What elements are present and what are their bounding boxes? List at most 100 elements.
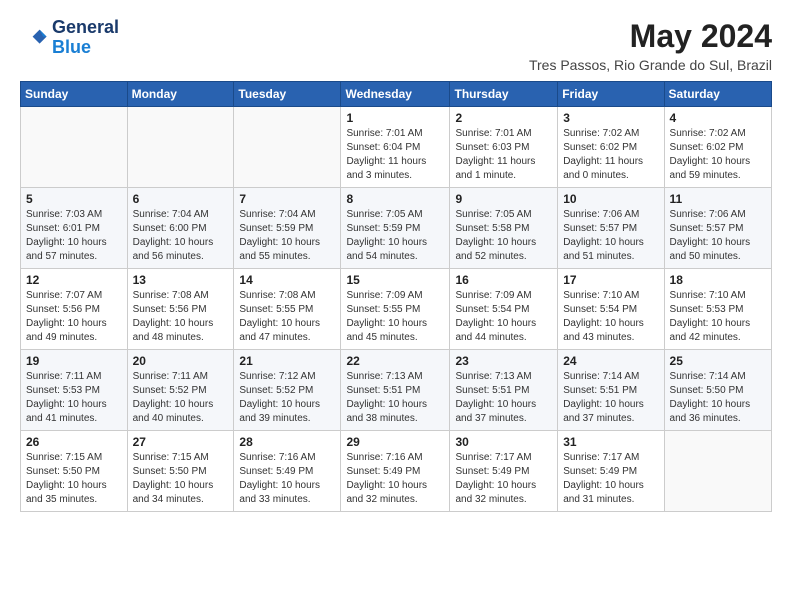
calendar-cell: 25 Sunrise: 7:14 AM Sunset: 5:50 PM Dayli… xyxy=(664,350,771,431)
calendar-cell xyxy=(664,431,771,512)
calendar-cell: 2 Sunrise: 7:01 AM Sunset: 6:03 PM Daylig… xyxy=(450,107,558,188)
day-number: 14 xyxy=(239,273,335,287)
day-info: Sunrise: 7:05 AM Sunset: 5:59 PM Dayligh… xyxy=(346,208,444,264)
calendar-cell: 1Sunrise: 7:01 AM Sunset: 6:04 PM Daylig… xyxy=(341,107,450,188)
day-number: 3 xyxy=(563,111,658,125)
week-row-5: 26 Sunrise: 7:15 AM Sunset: 5:50 PM Dayli… xyxy=(21,431,772,512)
day-info: Sunrise: 7:11 AM Sunset: 5:52 PM Dayligh… xyxy=(133,370,229,426)
day-info: Sunrise: 7:02 AM Sunset: 6:02 PM Dayligh… xyxy=(670,127,766,183)
header: General Blue May 2024 Tres Passos, Rio G… xyxy=(20,18,772,73)
day-number: 9 xyxy=(455,192,552,206)
calendar-cell: 22 Sunrise: 7:13 AM Sunset: 5:51 PM Dayli… xyxy=(341,350,450,431)
calendar-cell: 5 Sunrise: 7:03 AM Sunset: 6:01 PM Daylig… xyxy=(21,188,128,269)
col-header-wednesday: Wednesday xyxy=(341,82,450,107)
day-number: 8 xyxy=(346,192,444,206)
day-number: 2 xyxy=(455,111,552,125)
header-row: SundayMondayTuesdayWednesdayThursdayFrid… xyxy=(21,82,772,107)
day-number: 21 xyxy=(239,354,335,368)
col-header-sunday: Sunday xyxy=(21,82,128,107)
day-info: Sunrise: 7:09 AM Sunset: 5:54 PM Dayligh… xyxy=(455,289,552,345)
calendar-cell: 31 Sunrise: 7:17 AM Sunset: 5:49 PM Dayli… xyxy=(558,431,664,512)
day-number: 1 xyxy=(346,111,444,125)
day-info: Sunrise: 7:04 AM Sunset: 5:59 PM Dayligh… xyxy=(239,208,335,264)
calendar-cell: 15Sunrise: 7:09 AM Sunset: 5:55 PM Dayli… xyxy=(341,269,450,350)
day-info: Sunrise: 7:10 AM Sunset: 5:53 PM Dayligh… xyxy=(670,289,766,345)
calendar-cell: 20 Sunrise: 7:11 AM Sunset: 5:52 PM Dayli… xyxy=(127,350,234,431)
day-info: Sunrise: 7:16 AM Sunset: 5:49 PM Dayligh… xyxy=(346,451,444,507)
day-number: 6 xyxy=(133,192,229,206)
col-header-friday: Friday xyxy=(558,82,664,107)
calendar-cell: 21Sunrise: 7:12 AM Sunset: 5:52 PM Dayli… xyxy=(234,350,341,431)
calendar-cell: 6 Sunrise: 7:04 AM Sunset: 6:00 PM Daylig… xyxy=(127,188,234,269)
calendar-cell: 14 Sunrise: 7:08 AM Sunset: 5:55 PM Dayli… xyxy=(234,269,341,350)
calendar-cell xyxy=(21,107,128,188)
calendar-cell: 13 Sunrise: 7:08 AM Sunset: 5:56 PM Dayli… xyxy=(127,269,234,350)
day-info: Sunrise: 7:05 AM Sunset: 5:58 PM Dayligh… xyxy=(455,208,552,264)
day-number: 29 xyxy=(346,435,444,449)
col-header-saturday: Saturday xyxy=(664,82,771,107)
week-row-2: 5 Sunrise: 7:03 AM Sunset: 6:01 PM Daylig… xyxy=(21,188,772,269)
calendar-cell: 30 Sunrise: 7:17 AM Sunset: 5:49 PM Dayli… xyxy=(450,431,558,512)
col-header-thursday: Thursday xyxy=(450,82,558,107)
calendar-cell: 18 Sunrise: 7:10 AM Sunset: 5:53 PM Dayli… xyxy=(664,269,771,350)
day-info: Sunrise: 7:13 AM Sunset: 5:51 PM Dayligh… xyxy=(346,370,444,426)
day-number: 19 xyxy=(26,354,122,368)
day-info: Sunrise: 7:07 AM Sunset: 5:56 PM Dayligh… xyxy=(26,289,122,345)
logo-blue: Blue xyxy=(52,37,91,57)
day-info: Sunrise: 7:04 AM Sunset: 6:00 PM Dayligh… xyxy=(133,208,229,264)
day-info: Sunrise: 7:03 AM Sunset: 6:01 PM Dayligh… xyxy=(26,208,122,264)
calendar-cell: 27Sunrise: 7:15 AM Sunset: 5:50 PM Dayli… xyxy=(127,431,234,512)
day-info: Sunrise: 7:14 AM Sunset: 5:50 PM Dayligh… xyxy=(670,370,766,426)
week-row-4: 19Sunrise: 7:11 AM Sunset: 5:53 PM Dayli… xyxy=(21,350,772,431)
day-number: 10 xyxy=(563,192,658,206)
day-number: 18 xyxy=(670,273,766,287)
day-number: 15 xyxy=(346,273,444,287)
day-number: 5 xyxy=(26,192,122,206)
calendar-cell: 16Sunrise: 7:09 AM Sunset: 5:54 PM Dayli… xyxy=(450,269,558,350)
day-info: Sunrise: 7:14 AM Sunset: 5:51 PM Dayligh… xyxy=(563,370,658,426)
calendar-cell: 17Sunrise: 7:10 AM Sunset: 5:54 PM Dayli… xyxy=(558,269,664,350)
day-number: 26 xyxy=(26,435,122,449)
week-row-3: 12Sunrise: 7:07 AM Sunset: 5:56 PM Dayli… xyxy=(21,269,772,350)
day-number: 4 xyxy=(670,111,766,125)
logo-general: General xyxy=(52,17,119,37)
day-info: Sunrise: 7:17 AM Sunset: 5:49 PM Dayligh… xyxy=(455,451,552,507)
logo-text: General Blue xyxy=(52,18,119,58)
day-info: Sunrise: 7:06 AM Sunset: 5:57 PM Dayligh… xyxy=(563,208,658,264)
calendar-cell: 12Sunrise: 7:07 AM Sunset: 5:56 PM Dayli… xyxy=(21,269,128,350)
calendar-cell: 26 Sunrise: 7:15 AM Sunset: 5:50 PM Dayli… xyxy=(21,431,128,512)
day-number: 31 xyxy=(563,435,658,449)
day-info: Sunrise: 7:06 AM Sunset: 5:57 PM Dayligh… xyxy=(670,208,766,264)
day-info: Sunrise: 7:10 AM Sunset: 5:54 PM Dayligh… xyxy=(563,289,658,345)
day-number: 22 xyxy=(346,354,444,368)
day-info: Sunrise: 7:01 AM Sunset: 6:03 PM Dayligh… xyxy=(455,127,552,183)
day-info: Sunrise: 7:08 AM Sunset: 5:56 PM Dayligh… xyxy=(133,289,229,345)
calendar-cell: 29 Sunrise: 7:16 AM Sunset: 5:49 PM Dayli… xyxy=(341,431,450,512)
day-info: Sunrise: 7:17 AM Sunset: 5:49 PM Dayligh… xyxy=(563,451,658,507)
day-number: 13 xyxy=(133,273,229,287)
calendar-cell: 3 Sunrise: 7:02 AM Sunset: 6:02 PM Daylig… xyxy=(558,107,664,188)
day-info: Sunrise: 7:15 AM Sunset: 5:50 PM Dayligh… xyxy=(26,451,122,507)
day-number: 28 xyxy=(239,435,335,449)
location: Tres Passos, Rio Grande do Sul, Brazil xyxy=(529,57,772,73)
calendar-cell: 10 Sunrise: 7:06 AM Sunset: 5:57 PM Dayli… xyxy=(558,188,664,269)
calendar-header: SundayMondayTuesdayWednesdayThursdayFrid… xyxy=(21,82,772,107)
day-number: 30 xyxy=(455,435,552,449)
calendar-cell: 9 Sunrise: 7:05 AM Sunset: 5:58 PM Daylig… xyxy=(450,188,558,269)
logo-icon xyxy=(20,24,48,52)
month-year: May 2024 xyxy=(529,18,772,55)
calendar-cell: 8 Sunrise: 7:05 AM Sunset: 5:59 PM Daylig… xyxy=(341,188,450,269)
col-header-monday: Monday xyxy=(127,82,234,107)
day-info: Sunrise: 7:08 AM Sunset: 5:55 PM Dayligh… xyxy=(239,289,335,345)
calendar-cell xyxy=(234,107,341,188)
day-info: Sunrise: 7:02 AM Sunset: 6:02 PM Dayligh… xyxy=(563,127,658,183)
day-number: 24 xyxy=(563,354,658,368)
day-info: Sunrise: 7:16 AM Sunset: 5:49 PM Dayligh… xyxy=(239,451,335,507)
calendar-body: 1Sunrise: 7:01 AM Sunset: 6:04 PM Daylig… xyxy=(21,107,772,512)
day-number: 25 xyxy=(670,354,766,368)
calendar-cell: 4 Sunrise: 7:02 AM Sunset: 6:02 PM Daylig… xyxy=(664,107,771,188)
day-number: 20 xyxy=(133,354,229,368)
calendar-cell: 11Sunrise: 7:06 AM Sunset: 5:57 PM Dayli… xyxy=(664,188,771,269)
calendar-cell: 23Sunrise: 7:13 AM Sunset: 5:51 PM Dayli… xyxy=(450,350,558,431)
day-info: Sunrise: 7:13 AM Sunset: 5:51 PM Dayligh… xyxy=(455,370,552,426)
